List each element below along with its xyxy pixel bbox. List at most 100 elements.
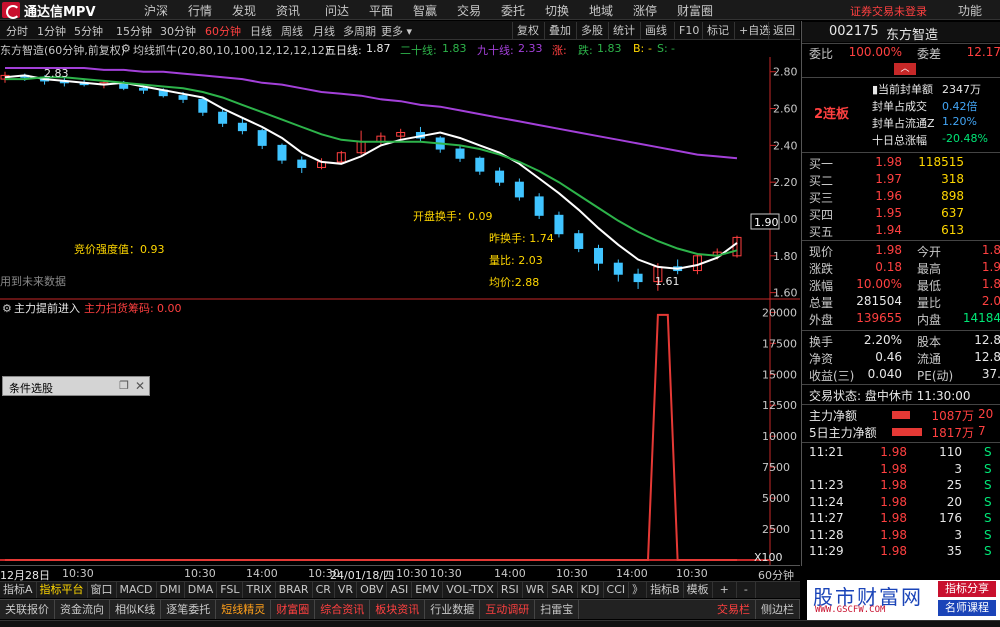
period-tab[interactable]: 周线	[281, 23, 303, 39]
toolbar-button[interactable]: 统计	[608, 22, 639, 39]
indicator-tab[interactable]: TRIX	[243, 582, 276, 598]
period-tab[interactable]: 5分钟	[74, 23, 103, 39]
toolbar-button[interactable]: 画线	[640, 22, 671, 39]
menu-item[interactable]: 平面	[369, 2, 393, 19]
indicator-tab[interactable]: DMA	[185, 582, 218, 598]
menu-item[interactable]: 财富圈	[677, 2, 713, 19]
bottom-tab[interactable]: 逐笔委托	[161, 600, 217, 619]
toolbar-button[interactable]: F10	[674, 22, 703, 39]
bottom-tab[interactable]: 资金流向	[55, 600, 110, 619]
indicator-tab[interactable]: OBV	[357, 582, 388, 598]
stat-row: 总量 281504 量比 2.0	[802, 294, 1000, 311]
menu-item[interactable]: 沪深	[144, 2, 168, 19]
stat-label: 量比	[917, 296, 942, 310]
zoom-button[interactable]: -	[737, 582, 756, 598]
zoom-button[interactable]: +	[713, 582, 737, 598]
period-tab[interactable]: 60分钟	[205, 23, 241, 39]
period-tab[interactable]: 1分钟	[37, 23, 66, 39]
bottom-tab[interactable]: 综合资讯	[315, 600, 371, 619]
indicator-tab[interactable]: VOL-TDX	[443, 582, 498, 598]
kline-chart[interactable]: 2.802.602.402.202.001.801.60 开盘换手：0.09 竞…	[0, 57, 800, 300]
gear-icon[interactable]: ⚙	[2, 302, 12, 315]
restore-icon[interactable]: ❐	[119, 379, 129, 392]
security-warning[interactable]: 证券交易未登录	[850, 3, 927, 19]
bottom-tab[interactable]: 财富圈	[271, 600, 316, 619]
indicator-tab[interactable]: EMV	[412, 582, 444, 598]
bottom-tab[interactable]: 行业数据	[425, 600, 481, 619]
period-tab[interactable]: 更多 ▾	[381, 23, 412, 39]
menu-item[interactable]: 发现	[232, 2, 256, 19]
bottom-tab[interactable]: 关联报价	[0, 600, 55, 619]
indicator-tab[interactable]: 指标平台	[37, 582, 88, 598]
indicator-tab[interactable]: 指标A	[0, 582, 37, 598]
stat-value: 139655	[856, 311, 902, 325]
bid-row[interactable]: 买四 1.95 637	[802, 206, 1000, 223]
ma5-label: 五日线:	[325, 44, 362, 57]
stat-label: 总量	[809, 296, 834, 310]
menu-item[interactable]: 地域	[589, 2, 613, 19]
bottom-tab[interactable]: 扫雷宝	[535, 600, 580, 619]
period-tab[interactable]: 多周期	[343, 23, 376, 39]
sub-indicator-name[interactable]: 主力提前进入	[14, 301, 80, 315]
tick-flag: S	[984, 494, 992, 509]
bottom-tab[interactable]: 板块资讯	[370, 600, 426, 619]
menu-item[interactable]: 资讯	[276, 2, 300, 19]
bottom-tab[interactable]: 相似K线	[110, 600, 162, 619]
toolbar-button[interactable]: 复权	[512, 22, 543, 39]
indicator-tab[interactable]: CR	[313, 582, 335, 598]
menu-item[interactable]: 问达	[325, 2, 349, 19]
bottom-tab[interactable]: 交易栏	[712, 600, 756, 619]
collapse-icon[interactable]: ︿	[894, 63, 916, 75]
menu-item[interactable]: 交易	[457, 2, 481, 19]
bid-label: 买五	[809, 225, 834, 239]
bid-row[interactable]: 买五 1.94 613	[802, 223, 1000, 240]
indicator-tab[interactable]: FSL	[217, 582, 244, 598]
indicator-tab[interactable]: WR	[523, 582, 549, 598]
bottom-tab[interactable]: 互动调研	[480, 600, 536, 619]
time-axis-label: 10:30	[396, 567, 428, 580]
stat-label: 涨幅	[809, 279, 834, 293]
indicator-tab[interactable]: ASI	[387, 582, 413, 598]
tick-price: 1.98	[880, 544, 907, 558]
indicator-tab[interactable]: SAR	[548, 582, 578, 598]
toolbar-button[interactable]: 标记	[702, 22, 733, 39]
indicator-tab[interactable]: 窗口	[88, 582, 117, 598]
bid-row[interactable]: 买二 1.97 318	[802, 172, 1000, 189]
menu-item[interactable]: 智赢	[413, 2, 437, 19]
period-tab[interactable]: 15分钟	[116, 23, 152, 39]
indicator-tab[interactable]: BRAR	[276, 582, 313, 598]
function-button[interactable]: 功能	[958, 2, 982, 19]
indicator-name[interactable]: 均线抓牛(20,80,10,100,12,12,12,12)	[133, 42, 329, 58]
indicator-tab[interactable]: 指标B	[647, 582, 684, 598]
indicator-tab[interactable]: CCI	[604, 582, 630, 598]
bottom-tab[interactable]: 侧边栏	[756, 600, 800, 619]
indicator-tab[interactable]: DMI	[157, 582, 185, 598]
toolbar-button[interactable]: 叠加	[544, 22, 575, 39]
menu-item[interactable]: 行情	[188, 2, 212, 19]
menu-item[interactable]: 委托	[501, 2, 525, 19]
bottom-tab[interactable]: 短线精灵	[216, 600, 272, 619]
indicator-tab[interactable]: RSI	[498, 582, 523, 598]
close-icon[interactable]: ✕	[135, 379, 145, 393]
settings-icon[interactable]: ⚙	[121, 42, 131, 55]
menu-item[interactable]: 涨停	[633, 2, 657, 19]
period-tab[interactable]: 30分钟	[160, 23, 196, 39]
condition-select-panel[interactable]: 条件选股 ❐ ✕	[2, 376, 150, 396]
toolbar-button[interactable]: 多股	[576, 22, 607, 39]
bid-row[interactable]: 买一 1.98 118515	[802, 155, 1000, 172]
indicator-tab[interactable]: 模板	[684, 582, 713, 598]
indicator-tab[interactable]: VR	[335, 582, 358, 598]
ma-line	[5, 76, 738, 257]
menu-item[interactable]: 切换	[545, 2, 569, 19]
indicator-tabs: 指标A 指标平台 窗口 MACD DMI DMA FSL TRIX BRAR CR VR OBV ASI…	[0, 581, 800, 598]
toolbar-button[interactable]: 返回	[768, 22, 799, 39]
indicator-tab[interactable]: MACD	[117, 582, 157, 598]
sub-indicator-chart[interactable]: ⚙ 主力提前进入 主力扫货筹码: 0.00 20000 17500 15000 125…	[0, 300, 800, 565]
period-tab[interactable]: 月线	[313, 23, 335, 39]
period-tab[interactable]: 分时	[6, 23, 28, 39]
bid-row[interactable]: 买三 1.96 898	[802, 189, 1000, 206]
tick-price: 1.98	[880, 478, 907, 492]
indicator-tab[interactable]: KDJ	[578, 582, 604, 598]
indicator-tab[interactable]: 》	[629, 582, 648, 598]
period-tab[interactable]: 日线	[250, 23, 272, 39]
